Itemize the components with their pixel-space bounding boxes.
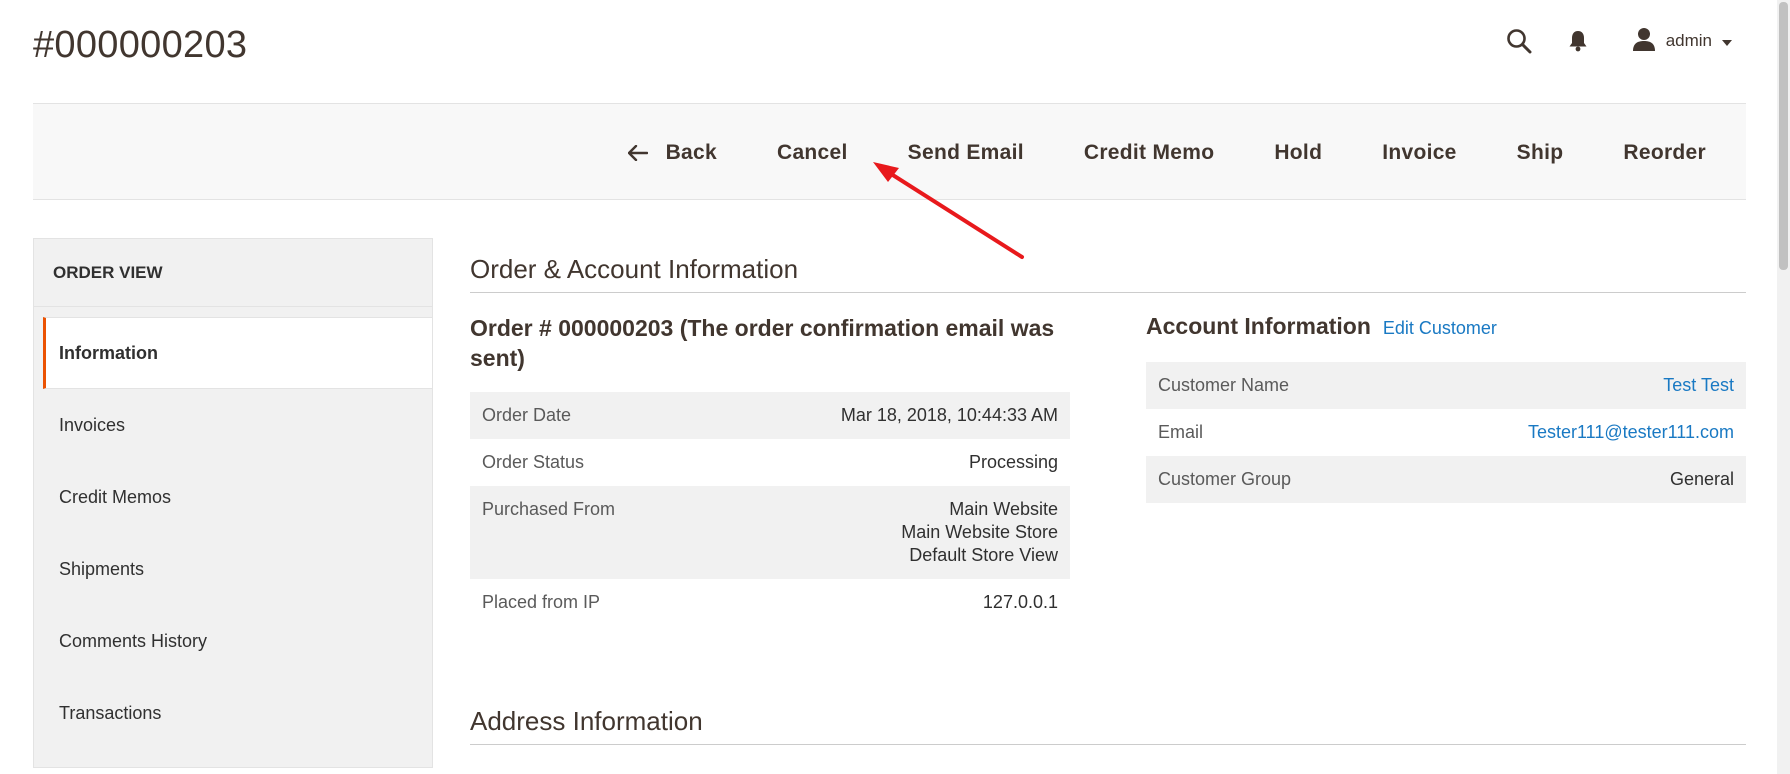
ship-button[interactable]: Ship — [1517, 141, 1564, 165]
account-heading-label: Account Information — [1146, 313, 1371, 339]
reorder-button[interactable]: Reorder — [1623, 141, 1706, 165]
section-title-order-account: Order & Account Information — [470, 254, 1746, 293]
customer-name-link[interactable]: Test Test — [1663, 374, 1734, 397]
arrow-left-icon — [627, 144, 648, 161]
search-icon[interactable] — [1506, 28, 1532, 54]
user-name: admin — [1665, 31, 1712, 50]
table-row: Customer Group General — [1146, 456, 1746, 503]
account-info-table: Customer Name Test Test Email Tester111@… — [1146, 362, 1746, 503]
order-date-label: Order Date — [482, 405, 572, 425]
back-button-label: Back — [665, 140, 717, 164]
section-title-address: Address Information — [470, 706, 1746, 745]
customer-group-value: General — [1669, 469, 1734, 489]
order-heading: Order # 000000203 (The order confirmatio… — [470, 315, 1055, 371]
sidebar-item-invoices[interactable]: Invoices — [34, 389, 432, 461]
user-menu[interactable]: admin — [1632, 27, 1732, 56]
purchased-from-store: Main Website Store — [901, 522, 1058, 542]
order-info-table: Order Date Mar 18, 2018, 10:44:33 AM Ord… — [470, 392, 1070, 626]
user-icon — [1632, 27, 1656, 56]
sidebar-item-shipments[interactable]: Shipments — [34, 533, 432, 605]
header-actions: admin — [1506, 26, 1732, 56]
send-email-button[interactable]: Send Email — [908, 141, 1024, 165]
order-date-value: Mar 18, 2018, 10:44:33 AM — [840, 405, 1058, 425]
order-status-value: Processing — [968, 452, 1058, 472]
table-row: Purchased From Main Website Main Website… — [470, 486, 1070, 579]
invoice-button[interactable]: Invoice — [1382, 141, 1456, 165]
email-link[interactable]: Tester111@tester111.com — [1528, 421, 1734, 444]
email-label: Email — [1158, 422, 1204, 442]
table-row: Customer Name Test Test — [1146, 362, 1746, 409]
scrollbar-thumb[interactable] — [1779, 2, 1788, 270]
purchased-from-label: Purchased From — [482, 499, 616, 519]
customer-name-label: Customer Name — [1158, 375, 1290, 395]
sidebar-title: ORDER VIEW — [34, 239, 432, 307]
order-view-sidebar: ORDER VIEW Information Invoices Credit M… — [33, 238, 433, 768]
customer-group-label: Customer Group — [1158, 469, 1292, 489]
purchased-from-store-view: Default Store View — [909, 545, 1058, 565]
order-status-label: Order Status — [482, 452, 585, 472]
purchased-from-website: Main Website — [949, 499, 1058, 519]
page-actions-toolbar: Back Cancel Send Email Credit Memo Hold … — [33, 103, 1746, 200]
cancel-button[interactable]: Cancel — [777, 141, 848, 165]
placed-from-ip-value: 127.0.0.1 — [982, 592, 1058, 612]
toolbar-buttons: Back Cancel Send Email Credit Memo Hold … — [627, 104, 1706, 201]
scrollbar[interactable] — [1777, 0, 1790, 774]
page-title: #000000203 — [33, 24, 248, 66]
purchased-from-value: Main Website Main Website Store Default … — [901, 498, 1058, 567]
sidebar-item-credit-memos[interactable]: Credit Memos — [34, 461, 432, 533]
back-button[interactable]: Back — [627, 140, 717, 165]
placed-from-ip-label: Placed from IP — [482, 592, 601, 612]
bell-icon[interactable] — [1568, 30, 1588, 52]
account-heading: Account Information Edit Customer — [1146, 313, 1497, 340]
hold-button[interactable]: Hold — [1274, 141, 1322, 165]
credit-memo-button[interactable]: Credit Memo — [1084, 141, 1214, 165]
edit-customer-link[interactable]: Edit Customer — [1383, 318, 1497, 339]
sidebar-item-transactions[interactable]: Transactions — [34, 677, 432, 749]
table-row: Email Tester111@tester111.com — [1146, 409, 1746, 456]
sidebar-item-comments-history[interactable]: Comments History — [34, 605, 432, 677]
table-row: Placed from IP 127.0.0.1 — [470, 579, 1070, 626]
table-row: Order Status Processing — [470, 439, 1070, 486]
chevron-down-icon — [1722, 31, 1732, 51]
sidebar-item-information[interactable]: Information — [43, 317, 432, 389]
table-row: Order Date Mar 18, 2018, 10:44:33 AM — [470, 392, 1070, 439]
